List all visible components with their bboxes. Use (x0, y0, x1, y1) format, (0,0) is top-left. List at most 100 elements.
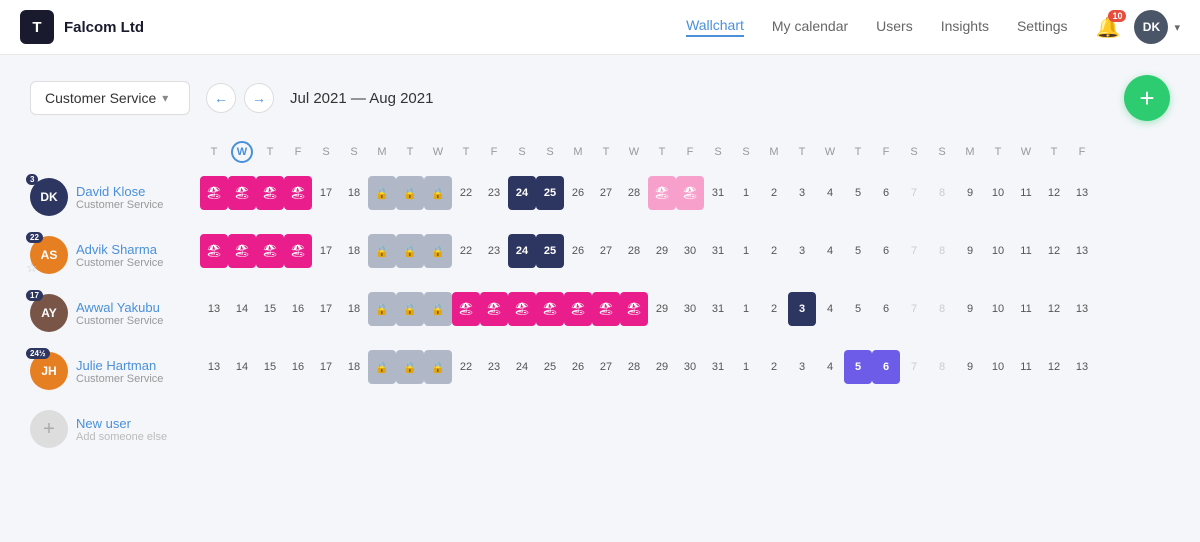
cal-cell[interactable]: 14 (228, 292, 256, 326)
cal-cell[interactable]: 🔒 (424, 292, 452, 326)
cal-cell[interactable]: 4 (816, 350, 844, 384)
cal-cell[interactable]: 🔒 (396, 292, 424, 326)
cal-cell[interactable]: 12 (1040, 350, 1068, 384)
cal-cell[interactable]: 🏖 (284, 234, 312, 268)
cal-cell[interactable]: 27 (592, 350, 620, 384)
cal-cell[interactable]: 30 (676, 292, 704, 326)
cal-cell[interactable]: 3 (788, 234, 816, 268)
cal-cell[interactable]: 11 (1012, 234, 1040, 268)
cal-cell[interactable]: 9 (956, 292, 984, 326)
cal-cell[interactable]: 2 (760, 292, 788, 326)
cal-cell[interactable]: 11 (1012, 350, 1040, 384)
cal-cell[interactable]: 1 (732, 176, 760, 210)
cal-cell[interactable]: 25 (536, 234, 564, 268)
cal-cell[interactable]: 29 (648, 350, 676, 384)
cal-cell[interactable]: 11 (1012, 292, 1040, 326)
nav-users[interactable]: Users (876, 18, 913, 36)
cal-cell[interactable]: 30 (676, 350, 704, 384)
cal-cell[interactable]: 🏖 (452, 292, 480, 326)
cal-cell[interactable]: 🏖 (536, 292, 564, 326)
cal-cell[interactable]: 5 (844, 234, 872, 268)
cal-cell[interactable]: 17 (312, 176, 340, 210)
cal-cell[interactable]: 22 (452, 234, 480, 268)
cal-cell[interactable]: 7 (900, 176, 928, 210)
cal-cell[interactable]: 🏖 (676, 176, 704, 210)
cal-cell[interactable]: 30 (676, 234, 704, 268)
cal-cell[interactable]: 10 (984, 176, 1012, 210)
favorite-star-icon[interactable]: ☆ (26, 260, 38, 276)
cal-cell[interactable]: 4 (816, 292, 844, 326)
cal-cell[interactable]: 5 (844, 350, 872, 384)
cal-cell[interactable]: 18 (340, 234, 368, 268)
cal-cell[interactable]: 2 (760, 234, 788, 268)
cal-cell[interactable]: 23 (480, 350, 508, 384)
cal-cell[interactable]: 13 (1068, 350, 1096, 384)
cal-cell[interactable]: 31 (704, 350, 732, 384)
cal-cell[interactable]: 6 (872, 176, 900, 210)
next-arrow-button[interactable]: → (244, 83, 274, 113)
cal-cell[interactable]: 25 (536, 176, 564, 210)
cal-cell[interactable]: 8 (928, 292, 956, 326)
nav-insights[interactable]: Insights (941, 18, 989, 36)
cal-cell[interactable]: 🏖 (228, 176, 256, 210)
cal-cell[interactable]: 3 (788, 350, 816, 384)
cal-cell[interactable]: 23 (480, 234, 508, 268)
cal-cell[interactable]: 🔒 (368, 350, 396, 384)
cal-cell[interactable]: 9 (956, 350, 984, 384)
cal-cell[interactable]: 🏖 (228, 234, 256, 268)
cal-cell[interactable]: 🏖 (256, 234, 284, 268)
cal-cell[interactable]: 22 (452, 350, 480, 384)
notification-button[interactable]: 🔔 10 (1096, 15, 1121, 40)
cal-cell[interactable]: 18 (340, 350, 368, 384)
cal-cell[interactable]: 24 (508, 176, 536, 210)
cal-cell[interactable]: 15 (256, 350, 284, 384)
employee-name[interactable]: Advik Sharma (76, 242, 163, 257)
cal-cell[interactable]: 4 (816, 234, 844, 268)
cal-cell[interactable]: 31 (704, 234, 732, 268)
cal-cell[interactable]: 🔒 (396, 176, 424, 210)
cal-cell[interactable]: 28 (620, 234, 648, 268)
cal-cell[interactable]: 28 (620, 350, 648, 384)
cal-cell[interactable]: 5 (844, 176, 872, 210)
cal-cell[interactable]: 1 (732, 234, 760, 268)
cal-cell[interactable]: 🔒 (368, 234, 396, 268)
cal-cell[interactable]: 24 (508, 350, 536, 384)
cal-cell[interactable]: 18 (340, 176, 368, 210)
new-user-name[interactable]: New user (76, 416, 167, 431)
employee-name[interactable]: Julie Hartman (76, 358, 163, 373)
nav-wallchart[interactable]: Wallchart (686, 17, 744, 37)
cal-cell[interactable]: 26 (564, 350, 592, 384)
cal-cell[interactable]: 29 (648, 292, 676, 326)
cal-cell[interactable]: 13 (200, 292, 228, 326)
nav-settings[interactable]: Settings (1017, 18, 1068, 36)
cal-cell[interactable]: 8 (928, 176, 956, 210)
cal-cell[interactable]: 🔒 (424, 234, 452, 268)
cal-cell[interactable]: 🏖 (284, 176, 312, 210)
cal-cell[interactable]: 12 (1040, 176, 1068, 210)
cal-cell[interactable]: 3 (788, 292, 816, 326)
cal-cell[interactable]: 🏖 (620, 292, 648, 326)
cal-cell[interactable]: 17 (312, 292, 340, 326)
cal-cell[interactable]: 18 (340, 292, 368, 326)
cal-cell[interactable]: 🏖 (508, 292, 536, 326)
cal-cell[interactable]: 10 (984, 350, 1012, 384)
cal-cell[interactable]: 🏖 (648, 176, 676, 210)
cal-cell[interactable]: 15 (256, 292, 284, 326)
cal-cell[interactable]: 26 (564, 176, 592, 210)
cal-cell[interactable]: 10 (984, 234, 1012, 268)
add-user-button[interactable]: + (30, 410, 68, 448)
cal-cell[interactable]: 11 (1012, 176, 1040, 210)
cal-cell[interactable]: 🏖 (200, 234, 228, 268)
cal-cell[interactable]: 27 (592, 176, 620, 210)
cal-cell[interactable]: 🏖 (564, 292, 592, 326)
cal-cell[interactable]: 3 (788, 176, 816, 210)
cal-cell[interactable]: 1 (732, 292, 760, 326)
cal-cell[interactable]: 6 (872, 350, 900, 384)
cal-cell[interactable]: 25 (536, 350, 564, 384)
cal-cell[interactable]: 7 (900, 350, 928, 384)
cal-cell[interactable]: 9 (956, 176, 984, 210)
cal-cell[interactable]: 2 (760, 350, 788, 384)
cal-cell[interactable]: 5 (844, 292, 872, 326)
cal-cell[interactable]: 7 (900, 292, 928, 326)
cal-cell[interactable]: 31 (704, 176, 732, 210)
